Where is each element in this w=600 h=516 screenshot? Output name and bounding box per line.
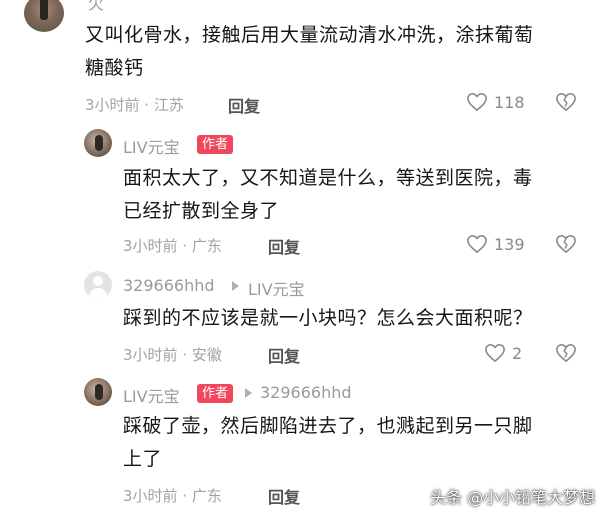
comment-text: 又叫化骨水，接触后用大量流动清水冲洗，涂抹葡萄 糖酸钙: [85, 19, 534, 85]
reply-to-arrow-icon: [232, 281, 239, 291]
comment-text-line: 又叫化骨水，接触后用大量流动清水冲洗，涂抹葡萄: [85, 24, 534, 46]
like-count: 118: [494, 92, 525, 112]
reply-to-username[interactable]: LIV元宝: [248, 276, 305, 300]
like-count: 2: [512, 343, 523, 363]
username[interactable]: 329666hhd: [123, 276, 215, 295]
comment-meta: 3小时前 · 江苏: [85, 96, 184, 114]
like-count: 139: [494, 234, 525, 254]
heart-outline-icon: [467, 235, 487, 253]
author-badge: 作者: [197, 384, 234, 403]
dislike-button[interactable]: [555, 234, 577, 258]
comment-text: 踩破了壶，然后脚陷进去了，也溅起到另一只脚 上了: [123, 410, 533, 476]
watermark: 头条 @小小铅笔大梦想: [430, 488, 596, 507]
username[interactable]: 欠: [88, 0, 104, 14]
username[interactable]: LIV元宝: [123, 383, 180, 407]
comment-text: 面积太大了，又不知道是什么，等送到医院，毒 已经扩散到全身了: [123, 162, 533, 228]
broken-heart-icon: [556, 235, 576, 253]
comment-text-line: 面积太大了，又不知道是什么，等送到医院，毒: [123, 167, 533, 189]
comment-text: 踩到的不应该是就一小块吗？怎么会大面积呢？: [123, 302, 533, 335]
heart-outline-icon: [485, 344, 505, 362]
avatar[interactable]: [84, 129, 112, 157]
comment-thread: 欠 又叫化骨水，接触后用大量流动清水冲洗，涂抹葡萄 糖酸钙 3小时前 · 江苏 …: [0, 0, 600, 516]
comment-text-line: 上了: [123, 448, 163, 470]
comment-text-line: 踩破了壶，然后脚陷进去了，也溅起到另一只脚: [123, 415, 533, 437]
reply-button[interactable]: 回复: [268, 343, 300, 367]
username[interactable]: LIV元宝: [123, 134, 180, 158]
avatar[interactable]: [24, 0, 64, 32]
reply-to-arrow-icon: [245, 388, 252, 398]
avatar[interactable]: [84, 271, 112, 299]
broken-heart-icon: [556, 344, 576, 362]
author-badge: 作者: [197, 135, 234, 154]
like-button[interactable]: 2: [484, 343, 522, 363]
dislike-button[interactable]: [555, 343, 577, 367]
comment-text-line: 糖酸钙: [85, 57, 144, 79]
reply-button[interactable]: 回复: [228, 93, 260, 117]
comment-meta: 3小时前 · 广东: [123, 487, 222, 505]
comment-meta: 3小时前 · 广东: [123, 237, 222, 255]
comment-meta: 3小时前 · 安徽: [123, 346, 222, 364]
reply-to-username[interactable]: 329666hhd: [260, 383, 352, 402]
heart-outline-icon: [467, 93, 487, 111]
like-button[interactable]: 118: [466, 92, 525, 112]
comment-text-line: 踩到的不应该是就一小块吗？怎么会大面积呢？: [123, 307, 533, 329]
like-button[interactable]: 139: [466, 234, 525, 254]
comment-text-line: 已经扩散到全身了: [123, 200, 280, 222]
dislike-button[interactable]: [555, 92, 577, 116]
reply-button[interactable]: 回复: [268, 484, 300, 508]
avatar[interactable]: [84, 378, 112, 406]
reply-button[interactable]: 回复: [268, 234, 300, 258]
broken-heart-icon: [556, 93, 576, 111]
